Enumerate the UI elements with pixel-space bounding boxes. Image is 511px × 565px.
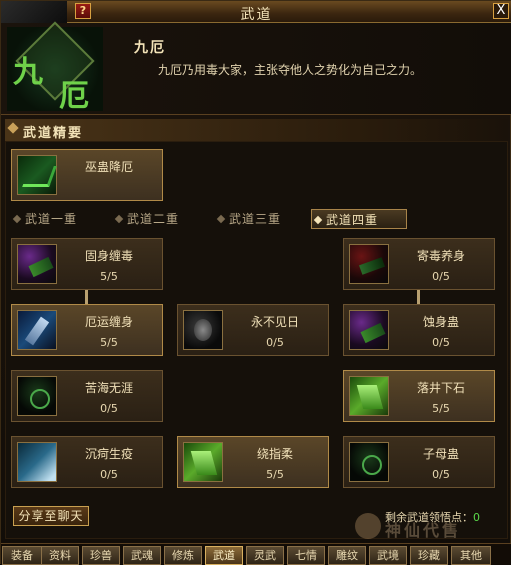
- skill-card[interactable]: 蚀身蛊 0/5: [343, 304, 495, 356]
- remaining-points: 剩余武道领悟点：0: [385, 509, 480, 525]
- skill-name: 子母蛊: [422, 447, 459, 461]
- tab-tier-1[interactable]: 武道一重: [11, 209, 103, 229]
- skill-card[interactable]: 永不见日 0/5: [177, 304, 329, 356]
- tab-label: 武道一重: [25, 212, 78, 226]
- diamond-icon: [12, 214, 22, 224]
- tab-engraving[interactable]: 雕纹: [328, 546, 366, 565]
- diamond-icon: [216, 214, 226, 224]
- share-to-chat-button[interactable]: 分享至聊天: [13, 506, 89, 526]
- skill-level: 0/5: [432, 468, 450, 481]
- skill-name: 永不见日: [250, 315, 299, 329]
- diamond-icon: [114, 214, 124, 224]
- mascot-icon: [355, 513, 381, 539]
- diamond-icon: [313, 215, 323, 225]
- tab-spirit-weapon[interactable]: 灵武: [246, 546, 284, 565]
- tab-seven-emotions[interactable]: 七情: [287, 546, 325, 565]
- skill-level: 0/5: [432, 270, 450, 283]
- skill-connector: [85, 290, 88, 304]
- tab-pets[interactable]: 珍兽: [82, 546, 120, 565]
- window-frame: ? 武道 X 九 厄 九厄 九厄乃用毒大家，主张夺他人之势化为自己之力。 武道精…: [0, 0, 511, 565]
- tab-martial-soul[interactable]: 武魂: [123, 546, 161, 565]
- skill-name: 绕指柔: [256, 447, 293, 461]
- blue-arm-icon: [17, 310, 57, 350]
- title-bar: ? 武道 X: [1, 1, 511, 23]
- tab-martial-realm[interactable]: 武境: [369, 546, 407, 565]
- green-orb-icon: [349, 442, 389, 482]
- skill-level: 5/5: [266, 468, 284, 481]
- tab-profile[interactable]: 资料: [41, 546, 79, 565]
- purple-arm-icon: [349, 310, 389, 350]
- skill-level: 0/5: [100, 402, 118, 415]
- skill-card[interactable]: 落井下石 5/5: [343, 370, 495, 422]
- teal-wave-icon: [17, 442, 57, 482]
- emblem-char: 厄: [59, 79, 89, 114]
- skill-level: 0/5: [100, 468, 118, 481]
- skill-level: 0/5: [266, 336, 284, 349]
- skill-name: 蚀身蛊: [422, 315, 459, 329]
- tab-tier-2[interactable]: 武道二重: [113, 209, 205, 229]
- essence-section-header: 武道精要: [5, 119, 508, 141]
- skill-header: 九 厄 九厄 九厄乃用毒大家，主张夺他人之势化为自己之力。: [1, 21, 511, 115]
- school-emblem-icon: 九 厄: [7, 21, 103, 114]
- green-hand-icon: [183, 442, 223, 482]
- diamond-icon: [7, 122, 19, 134]
- school-description: 九厄乃用毒大家，主张夺他人之势化为自己之力。: [158, 63, 423, 77]
- remaining-points-value: 0: [473, 511, 480, 524]
- dark-beast-icon: [17, 376, 57, 416]
- skill-name: 沉疴生疫: [84, 447, 133, 461]
- skill-name: 落井下石: [416, 381, 465, 395]
- tier-tabs: 武道一重 武道二重 武道三重 武道四重: [5, 209, 508, 229]
- skill-level: 5/5: [432, 402, 450, 415]
- tab-equipment[interactable]: 装备: [2, 546, 42, 565]
- skill-level: 5/5: [100, 336, 118, 349]
- close-button[interactable]: X: [493, 3, 509, 19]
- skill-card[interactable]: 子母蛊 0/5: [343, 436, 495, 488]
- school-name: 九厄: [134, 40, 166, 56]
- tab-other[interactable]: 其他: [451, 546, 491, 565]
- skill-level: 5/5: [100, 270, 118, 283]
- skill-card[interactable]: 寄毒养身 0/5: [343, 238, 495, 290]
- bottom-tab-bar: 装备 资料 珍兽 武魂 修炼 武道 灵武 七情 雕纹 武境 珍藏 其他: [1, 543, 511, 565]
- skill-card[interactable]: 厄运缠身 5/5: [11, 304, 163, 356]
- skill-card[interactable]: 苦海无涯 0/5: [11, 370, 163, 422]
- tab-collection[interactable]: 珍藏: [410, 546, 448, 565]
- tab-martial-way[interactable]: 武道: [205, 546, 243, 565]
- tab-cultivation[interactable]: 修炼: [164, 546, 202, 565]
- serpent-purple-icon: [17, 244, 57, 284]
- essence-label: 武道精要: [23, 126, 84, 141]
- skill-name: 苦海无涯: [84, 381, 133, 395]
- tab-tier-3[interactable]: 武道三重: [215, 209, 307, 229]
- tab-tier-4[interactable]: 武道四重: [311, 209, 407, 229]
- skill-name: 巫蛊降厄: [84, 160, 133, 174]
- remaining-points-label: 剩余武道领悟点：: [385, 511, 473, 524]
- skill-name: 厄运缠身: [84, 315, 133, 329]
- skill-name: 寄毒养身: [416, 249, 465, 263]
- green-figure-icon: [349, 376, 389, 416]
- emblem-char: 九: [13, 55, 43, 90]
- skill-name: 固身缠毒: [84, 249, 133, 263]
- tab-label: 武道三重: [229, 212, 282, 226]
- skill-level: 0/5: [432, 336, 450, 349]
- window-title: 武道: [240, 7, 273, 23]
- skill-card[interactable]: 沉疴生疫 0/5: [11, 436, 163, 488]
- sparkle-green-icon: [17, 155, 57, 195]
- tab-label: 武道四重: [326, 213, 379, 227]
- skill-card[interactable]: 绕指柔 5/5: [177, 436, 329, 488]
- essence-skill-card[interactable]: 巫蛊降厄: [11, 149, 163, 201]
- skill-card[interactable]: 固身缠毒 5/5: [11, 238, 163, 290]
- skill-connector: [417, 290, 420, 304]
- tab-label: 武道二重: [127, 212, 180, 226]
- gray-beast-icon: [183, 310, 223, 350]
- serpent-red-icon: [349, 244, 389, 284]
